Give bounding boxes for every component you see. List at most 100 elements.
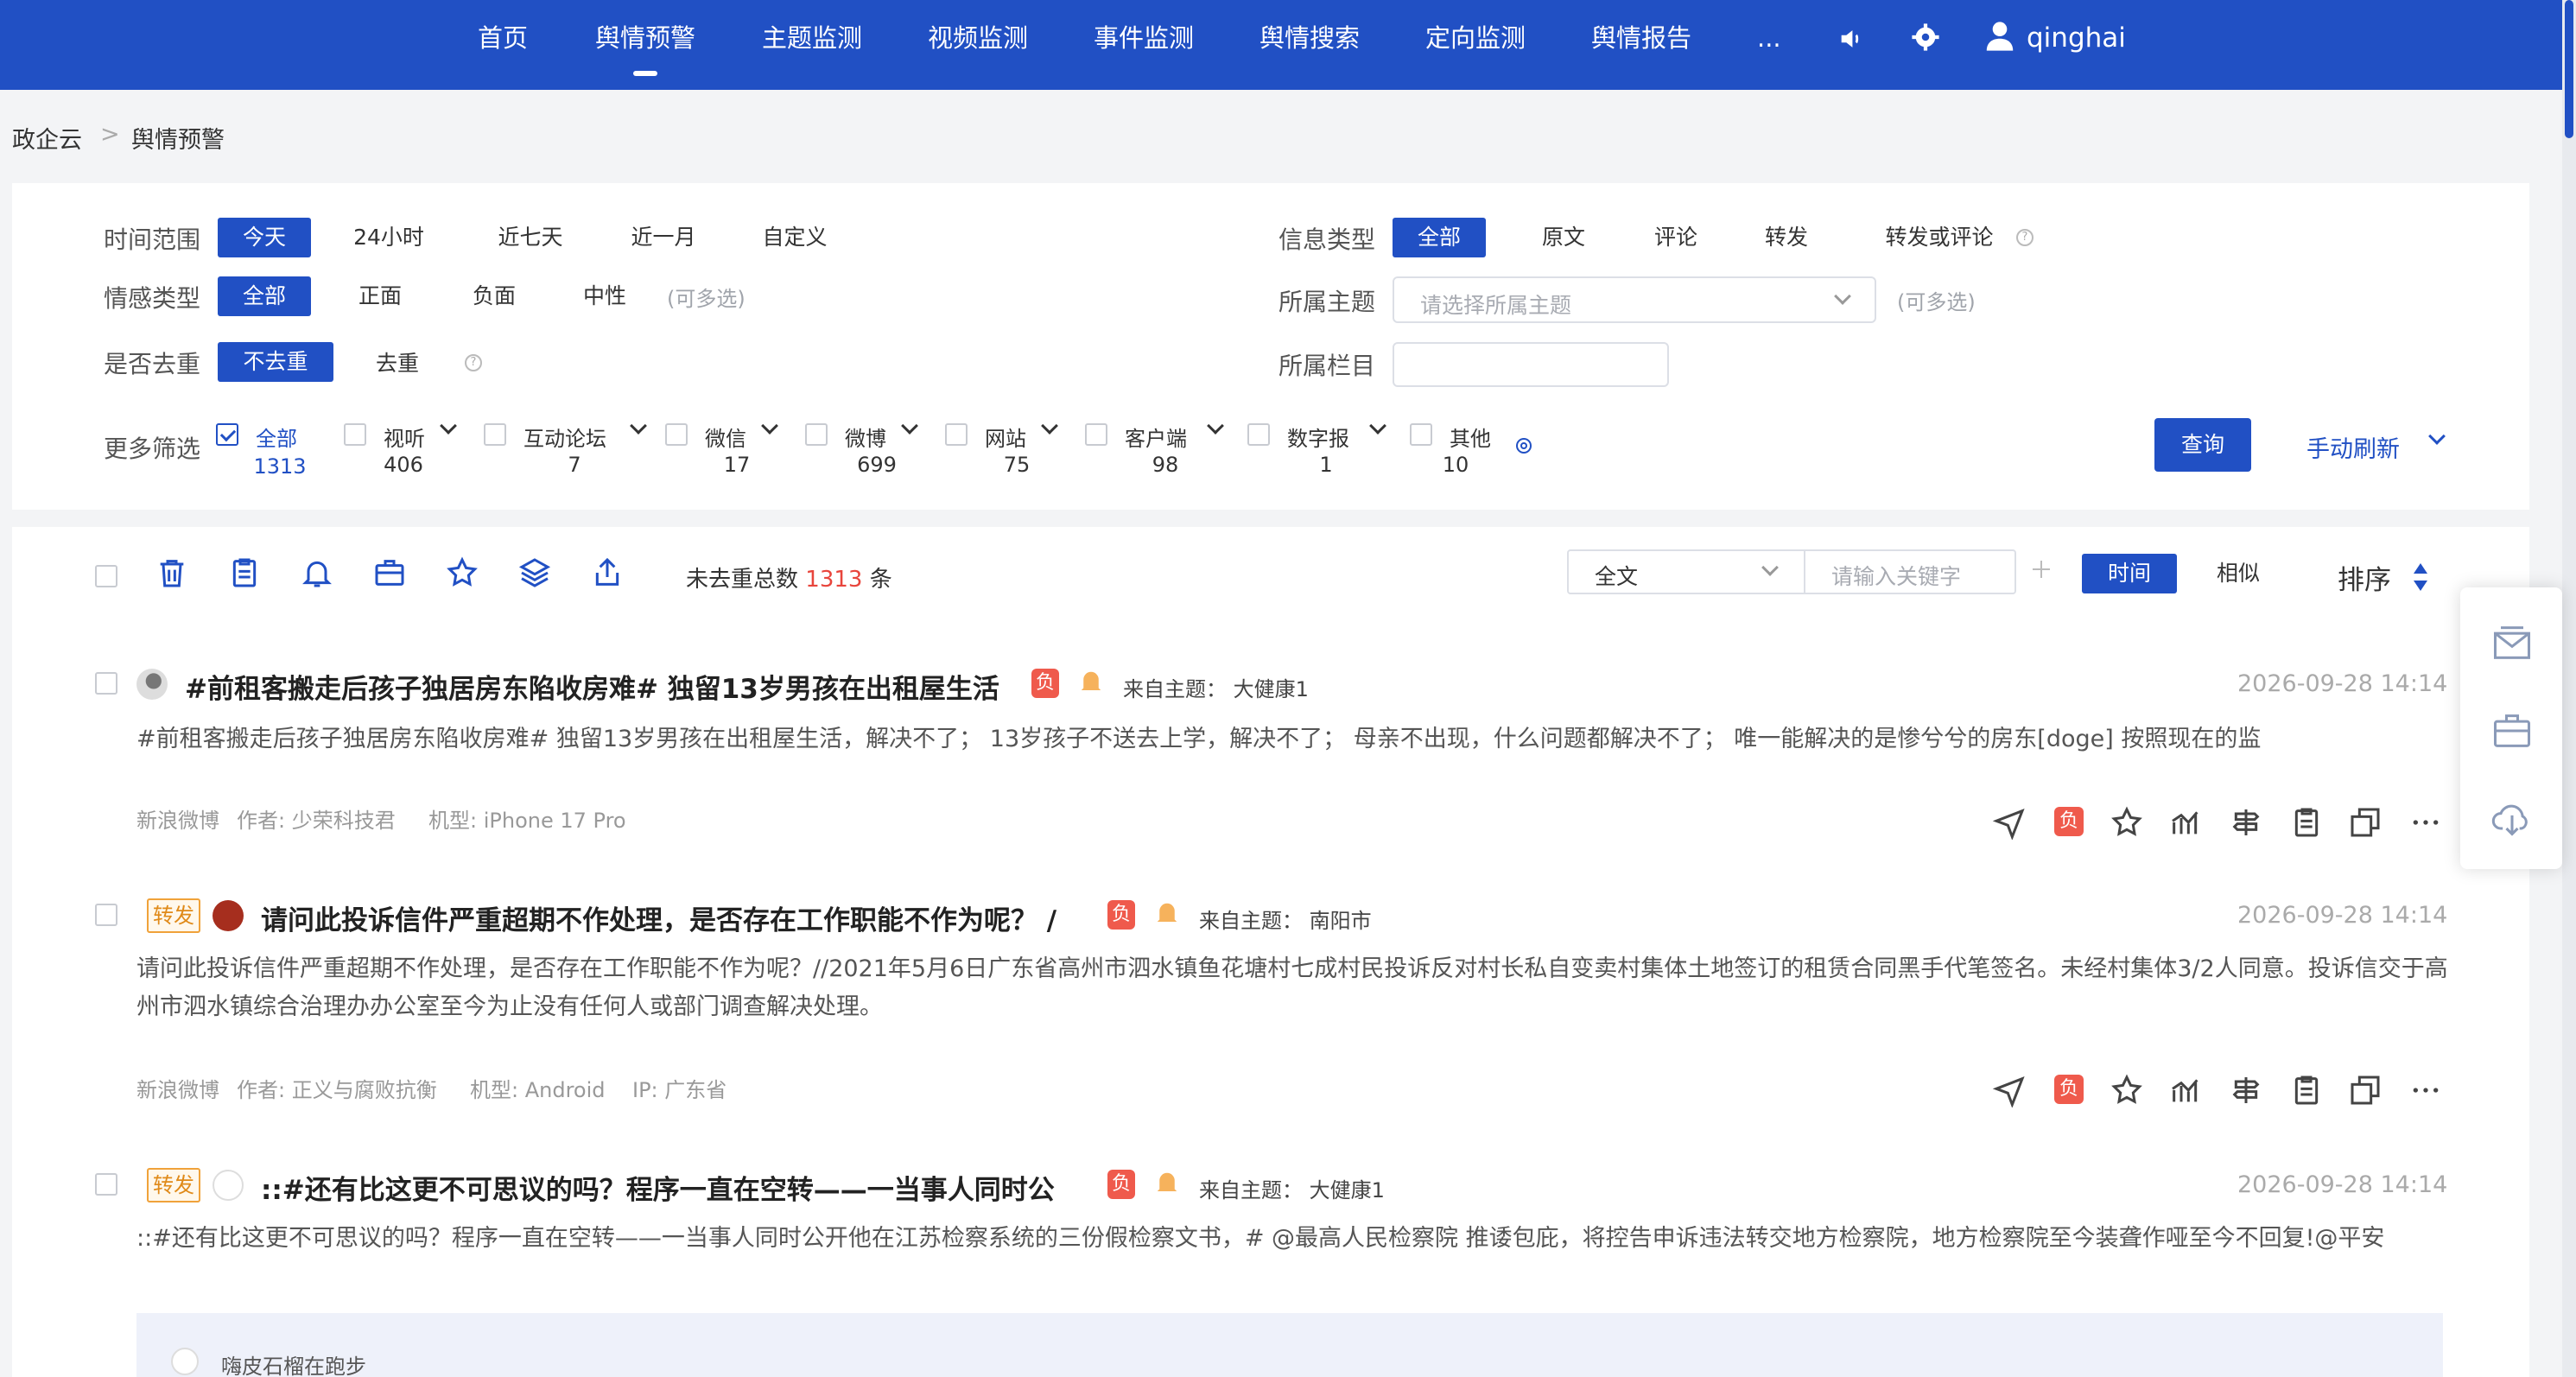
- mail-icon[interactable]: [2490, 620, 2535, 665]
- sentiment-positive-button[interactable]: 正面: [337, 276, 423, 316]
- sentiment-negative-button[interactable]: 负面: [451, 276, 537, 316]
- time-custom-button[interactable]: 自定义: [743, 218, 847, 257]
- plus-icon[interactable]: [2028, 556, 2054, 582]
- topic-name[interactable]: 大健康1: [1310, 1178, 1385, 1202]
- chevron-down-icon[interactable]: [440, 417, 457, 435]
- select-all-checkbox[interactable]: [95, 565, 117, 587]
- trend-icon[interactable]: [2168, 1073, 2203, 1107]
- clipboard-icon[interactable]: [2289, 805, 2324, 840]
- sentiment-badge[interactable]: 负: [2054, 807, 2084, 836]
- source-all-label[interactable]: 全部: [256, 422, 297, 452]
- sort-label[interactable]: 排序: [2338, 558, 2391, 597]
- time-1m-button[interactable]: 近一月: [612, 218, 715, 257]
- source-wechat-label[interactable]: 微信: [705, 422, 746, 452]
- star-icon[interactable]: [445, 555, 479, 590]
- scope-select[interactable]: 全文: [1567, 549, 1805, 594]
- topic-select[interactable]: 请选择所属主题: [1393, 276, 1876, 323]
- scrollbar-thumb[interactable]: [2565, 0, 2573, 138]
- star-icon[interactable]: [2110, 1073, 2144, 1107]
- query-button[interactable]: 查询: [2154, 418, 2251, 472]
- dedup-button[interactable]: 去重: [354, 344, 441, 384]
- help-icon[interactable]: ?: [465, 354, 482, 371]
- more-icon[interactable]: [2408, 805, 2443, 840]
- dedup-none-button[interactable]: 不去重: [218, 342, 333, 382]
- post-title[interactable]: 请问此投诉信件严重超期不作处理，是否存在工作职能不作为呢？ /: [261, 898, 1095, 937]
- source-client-label[interactable]: 客户端: [1125, 422, 1187, 452]
- source-newspaper-label[interactable]: 数字报: [1287, 422, 1349, 452]
- trend-icon[interactable]: [2168, 805, 2203, 840]
- cloud-download-icon[interactable]: [2490, 795, 2535, 840]
- post-title[interactable]: ::#还有比这更不可思议的吗？程序一直在空转——一当事人同时公: [261, 1168, 1095, 1207]
- nav-directed-monitor[interactable]: 定向监测: [1425, 0, 1526, 79]
- chevron-down-icon[interactable]: [1041, 417, 1058, 435]
- signpost-icon[interactable]: [2229, 1073, 2263, 1107]
- source-audiovisual-label[interactable]: 视听: [384, 422, 425, 452]
- nav-event-monitor[interactable]: 事件监测: [1094, 0, 1194, 79]
- time-24h-button[interactable]: 24小时: [337, 218, 441, 257]
- signpost-icon[interactable]: [2229, 805, 2263, 840]
- bell-icon[interactable]: [300, 555, 334, 590]
- manual-refresh-button[interactable]: 手动刷新: [2306, 430, 2400, 464]
- topic-name[interactable]: 南阳市: [1310, 909, 1372, 933]
- source-weibo-label[interactable]: 微博: [845, 422, 886, 452]
- info-original-button[interactable]: 原文: [1512, 218, 1615, 257]
- nav-video-monitor[interactable]: 视频监测: [928, 0, 1028, 79]
- export-icon[interactable]: [590, 555, 625, 590]
- post-body[interactable]: 请问此投诉信件严重超期不作处理，是否存在工作职能不作为呢？//2021年5月6日…: [136, 950, 2448, 1026]
- info-all-button[interactable]: 全部: [1393, 218, 1486, 257]
- layers-icon[interactable]: [517, 555, 552, 590]
- sort-arrows-icon[interactable]: [2412, 562, 2429, 593]
- nav-topic-monitor[interactable]: 主题监测: [762, 0, 862, 79]
- info-repost-button[interactable]: 转发: [1735, 218, 1838, 257]
- sentiment-all-button[interactable]: 全部: [218, 276, 311, 316]
- nav-home[interactable]: 首页: [478, 0, 528, 79]
- sort-similar-button[interactable]: 相似: [2191, 554, 2286, 593]
- star-icon[interactable]: [2110, 805, 2144, 840]
- source-all-checkbox[interactable]: [216, 423, 238, 446]
- chevron-down-icon[interactable]: [2428, 428, 2446, 445]
- send-icon[interactable]: [1992, 805, 2027, 841]
- chevron-down-icon[interactable]: [761, 417, 778, 435]
- info-repost-or-comment-button[interactable]: 转发或评论: [1857, 218, 2021, 257]
- user-icon[interactable]: [1985, 21, 2014, 52]
- post-author[interactable]: 作者: 正义与腐败抗衡: [237, 1073, 437, 1103]
- briefcase-icon[interactable]: [372, 555, 407, 590]
- filter-settings-icon[interactable]: [1513, 435, 1534, 456]
- speaker-icon[interactable]: [1837, 24, 1866, 54]
- nav-report[interactable]: 舆情报告: [1591, 0, 1691, 79]
- post-checkbox[interactable]: [95, 672, 117, 695]
- sentiment-badge[interactable]: 负: [2054, 1075, 2084, 1104]
- time-7d-button[interactable]: 近七天: [479, 218, 582, 257]
- user-name[interactable]: qinghai: [2027, 0, 2126, 79]
- info-comment-button[interactable]: 评论: [1624, 218, 1728, 257]
- settings-icon[interactable]: [1911, 22, 1940, 52]
- chevron-down-icon[interactable]: [901, 417, 918, 435]
- post-author[interactable]: 作者: 少荣科技君: [237, 803, 396, 834]
- source-wechat-checkbox[interactable]: [665, 423, 688, 446]
- delete-icon[interactable]: [155, 555, 189, 590]
- clipboard-icon[interactable]: [227, 555, 262, 590]
- briefcase-icon[interactable]: [2490, 708, 2535, 753]
- chevron-down-icon[interactable]: [1369, 417, 1386, 435]
- topic-name[interactable]: 大健康1: [1234, 677, 1309, 701]
- source-other-label[interactable]: 其他: [1450, 422, 1491, 452]
- quote-author[interactable]: 嗨皮石榴在跑步: [221, 1349, 366, 1377]
- chevron-down-icon[interactable]: [1207, 417, 1224, 435]
- post-checkbox[interactable]: [95, 904, 117, 926]
- nav-search[interactable]: 舆情搜索: [1259, 0, 1360, 79]
- sentiment-neutral-button[interactable]: 中性: [562, 276, 648, 316]
- keyword-input[interactable]: 请输入关键字: [1804, 549, 2016, 594]
- source-forum-checkbox[interactable]: [484, 423, 506, 446]
- send-icon[interactable]: [1992, 1073, 2027, 1108]
- column-input[interactable]: [1393, 342, 1669, 387]
- quoted-post[interactable]: 嗨皮石榴在跑步: [136, 1313, 2443, 1377]
- copy-icon[interactable]: [2348, 805, 2382, 840]
- post-body[interactable]: ::#还有比这更不可思议的吗？程序一直在空转——一当事人同时公开他在江苏检察系统…: [136, 1220, 2448, 1258]
- source-weibo-checkbox[interactable]: [805, 423, 828, 446]
- post-checkbox[interactable]: [95, 1173, 117, 1196]
- copy-icon[interactable]: [2348, 1073, 2382, 1107]
- nav-alert[interactable]: 舆情预警: [595, 0, 695, 79]
- source-website-checkbox[interactable]: [945, 423, 968, 446]
- clipboard-icon[interactable]: [2289, 1073, 2324, 1107]
- source-client-checkbox[interactable]: [1085, 423, 1107, 446]
